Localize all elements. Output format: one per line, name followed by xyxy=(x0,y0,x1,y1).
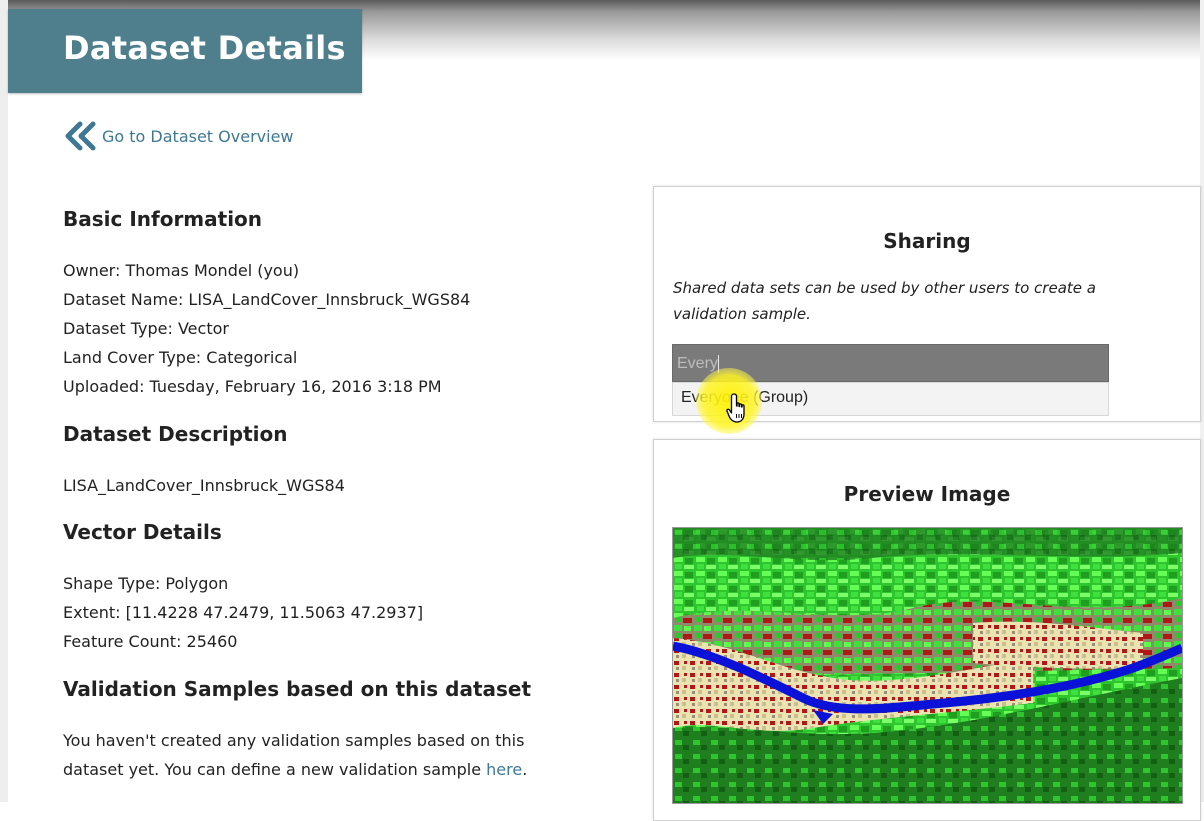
left-edge xyxy=(0,0,8,802)
preview-panel: Preview Image xyxy=(653,439,1201,821)
preview-heading: Preview Image xyxy=(843,482,1011,506)
sharing-heading: Sharing xyxy=(883,229,971,253)
land-cover-map xyxy=(673,528,1182,803)
preview-map-image xyxy=(672,527,1183,804)
sharing-description: Shared data sets can be used by other us… xyxy=(673,279,1096,323)
page-title: Dataset Details xyxy=(63,29,346,67)
create-validation-sample-link[interactable]: here xyxy=(486,760,522,779)
shape-type-line: Shape Type: Polygon xyxy=(63,574,229,593)
dataset-type-line: Dataset Type: Vector xyxy=(63,319,229,338)
dataset-name-line: Dataset Name: LISA_LandCover_Innsbruck_W… xyxy=(63,290,471,309)
land-cover-type-line: Land Cover Type: Categorical xyxy=(63,348,298,367)
back-to-overview-link[interactable]: Go to Dataset Overview xyxy=(63,121,294,151)
validation-text: You haven't created any validation sampl… xyxy=(63,726,583,784)
validation-text-3: . xyxy=(522,760,528,779)
description-text: LISA_LandCover_Innsbruck_WGS84 xyxy=(63,476,345,495)
back-link-label: Go to Dataset Overview xyxy=(102,126,294,146)
page-header: Dataset Details xyxy=(8,9,362,93)
double-chevron-left-icon xyxy=(65,121,96,151)
validation-text-1: You haven't created any validation sampl… xyxy=(63,731,525,750)
hand-pointer-icon xyxy=(726,393,745,423)
vector-details-heading: Vector Details xyxy=(63,520,222,544)
validation-heading: Validation Samples based on this dataset xyxy=(63,677,532,701)
feature-count-line: Feature Count: 25460 xyxy=(63,632,238,651)
uploaded-line: Uploaded: Tuesday, February 16, 2016 3:1… xyxy=(63,377,442,396)
extent-line: Extent: [11.4228 47.2479, 11.5063 47.293… xyxy=(63,603,424,622)
owner-line: Owner: Thomas Mondel (you) xyxy=(63,261,300,280)
description-heading: Dataset Description xyxy=(63,422,288,446)
validation-text-2: dataset yet. You can define a new valida… xyxy=(63,760,487,779)
share-input-value: Every xyxy=(677,355,718,373)
basic-info-heading: Basic Information xyxy=(63,207,263,231)
